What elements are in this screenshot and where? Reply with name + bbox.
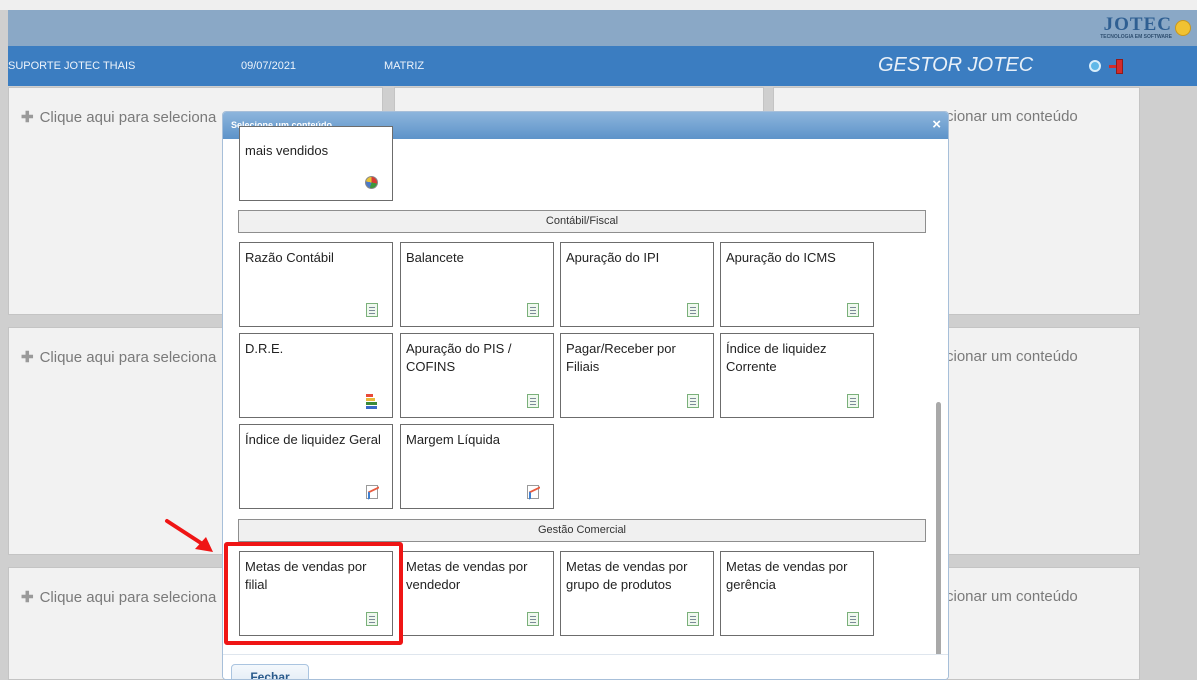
spreadsheet-icon: [527, 394, 539, 408]
tile-label: Apuração do ICMS: [726, 250, 836, 265]
annotation-arrow-icon: [165, 519, 213, 552]
brand-banner: JOTEC TECNOLOGIA EM SOFTWARE: [8, 10, 1197, 46]
spreadsheet-icon: [527, 612, 539, 626]
content-tile-metas-gerencia[interactable]: Metas de vendas por gerência: [720, 551, 874, 636]
content-tile-liquidez-geral[interactable]: Índice de liquidez Geral: [239, 424, 393, 509]
spreadsheet-icon: [847, 303, 859, 317]
tile-label: Metas de vendas por vendedor: [406, 559, 528, 592]
jotec-logo: JOTEC TECNOLOGIA EM SOFTWARE: [1100, 13, 1191, 43]
plus-icon: ✚: [21, 349, 34, 366]
right-margin: [1141, 86, 1197, 680]
content-tile-apuracao-icms[interactable]: Apuração do ICMS: [720, 242, 874, 327]
line-chart-icon: [366, 485, 378, 499]
content-tile-balancete[interactable]: Balancete: [400, 242, 554, 327]
spreadsheet-icon: [527, 303, 539, 317]
tile-label: Apuração do IPI: [566, 250, 660, 265]
refresh-icon[interactable]: [1089, 60, 1101, 72]
content-tile-apuracao-pis-cofins[interactable]: Apuração do PIS / COFINS: [400, 333, 554, 418]
slot-label: cionar um conteúdo: [946, 108, 1078, 125]
info-bar: SUPORTE JOTEC THAIS 09/07/2021 MATRIZ GE…: [8, 46, 1197, 86]
content-tile-metas-filial[interactable]: Metas de vendas por filial: [239, 551, 393, 636]
top-strip: [0, 0, 1197, 10]
logo-subtitle: TECNOLOGIA EM SOFTWARE: [1100, 34, 1172, 40]
content-tile-dre[interactable]: D.R.E.: [239, 333, 393, 418]
line-chart-icon: [527, 485, 539, 499]
logo-word: JOTEC: [1103, 14, 1172, 35]
content-tile-margem-liquida[interactable]: Margem Líquida: [400, 424, 554, 509]
section-header-gestao-comercial: Gestão Comercial: [238, 519, 926, 542]
bar-chart-icon: [366, 394, 378, 409]
date-label: 09/07/2021: [241, 60, 297, 72]
spreadsheet-icon: [687, 394, 699, 408]
content-tile-metas-grupo-produtos[interactable]: Metas de vendas por grupo de produtos: [560, 551, 714, 636]
tile-label: D.R.E.: [245, 341, 284, 356]
close-icon[interactable]: ×: [932, 117, 941, 133]
tile-label: Balancete: [406, 250, 464, 265]
dialog-body[interactable]: mais vendidos Contábil/Fiscal Razão Cont…: [223, 126, 948, 672]
tile-label: Apuração do PIS / COFINS: [406, 341, 512, 374]
content-tile-liquidez-corrente[interactable]: Índice de liquidez Corrente: [720, 333, 874, 418]
app-title: GESTOR JOTEC: [878, 54, 1034, 76]
spreadsheet-icon: [687, 612, 699, 626]
user-label: SUPORTE JOTEC THAIS: [8, 60, 136, 72]
tile-label: Margem Líquida: [406, 432, 500, 447]
close-dialog-button[interactable]: Fechar: [231, 664, 309, 679]
slot-label: Clique aqui para seleciona: [39, 349, 217, 366]
content-tile-mais-vendidos[interactable]: mais vendidos: [239, 126, 393, 201]
tile-label: Índice de liquidez Corrente: [726, 341, 827, 374]
slot-label: cionar um conteúdo: [946, 588, 1078, 605]
slot-label: Clique aqui para seleciona: [39, 109, 217, 126]
spreadsheet-icon: [366, 612, 378, 626]
section-header-contabil-fiscal: Contábil/Fiscal: [238, 210, 926, 233]
content-tile-apuracao-ipi[interactable]: Apuração do IPI: [560, 242, 714, 327]
exit-icon[interactable]: [1109, 59, 1123, 74]
tile-label: Razão Contábil: [245, 250, 334, 265]
content-tile-pagar-receber-filiais[interactable]: Pagar/Receber por Filiais: [560, 333, 714, 418]
content-tile-razao-contabil[interactable]: Razão Contábil: [239, 242, 393, 327]
spreadsheet-icon: [847, 612, 859, 626]
slot-label: cionar um conteúdo: [946, 348, 1078, 365]
pie-chart-icon: [365, 176, 378, 189]
tile-label: Metas de vendas por grupo de produtos: [566, 559, 688, 592]
tile-label: Índice de liquidez Geral: [245, 432, 381, 447]
tile-label: Pagar/Receber por Filiais: [566, 341, 676, 374]
plus-icon: ✚: [21, 589, 34, 606]
spreadsheet-icon: [847, 394, 859, 408]
logo-emblem-icon: [1175, 20, 1191, 36]
tile-label: mais vendidos: [245, 143, 329, 158]
dialog-footer: Fechar: [223, 654, 948, 679]
branch-label: MATRIZ: [384, 60, 425, 72]
select-content-dialog: Selecione um conteúdo × mais vendidos Co…: [222, 111, 949, 680]
content-tile-metas-vendedor[interactable]: Metas de vendas por vendedor: [400, 551, 554, 636]
spreadsheet-icon: [366, 303, 378, 317]
tile-label: Metas de vendas por gerência: [726, 559, 848, 592]
dialog-scrollbar[interactable]: [936, 402, 941, 672]
slot-label: Clique aqui para seleciona: [39, 589, 217, 606]
tile-label: Metas de vendas por filial: [245, 559, 367, 592]
spreadsheet-icon: [687, 303, 699, 317]
plus-icon: ✚: [21, 109, 34, 126]
